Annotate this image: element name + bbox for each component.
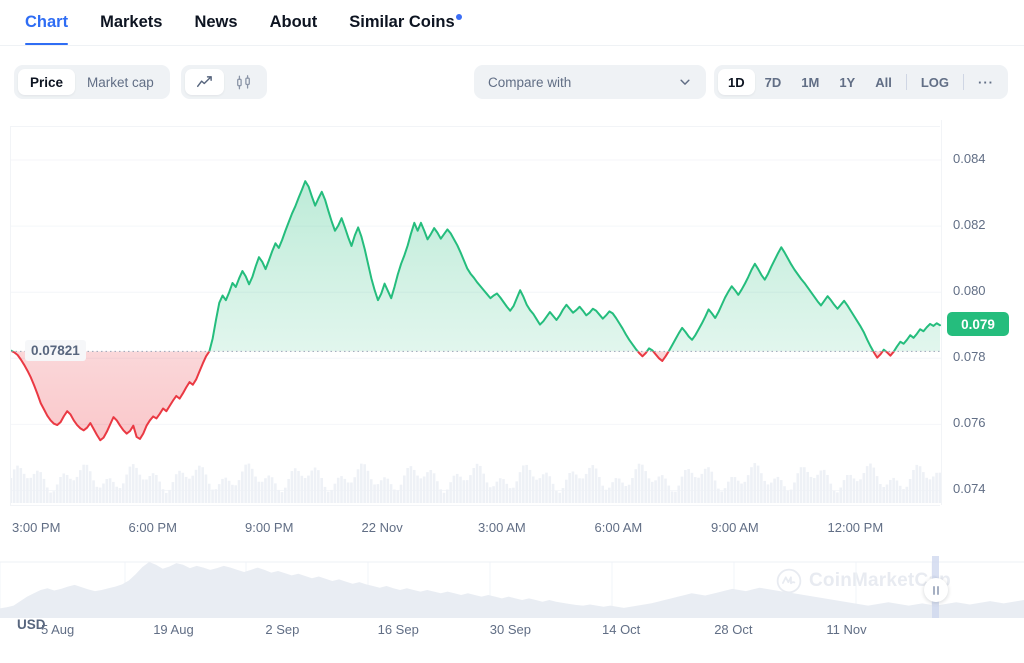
range-1m[interactable]: 1M xyxy=(791,69,829,95)
y-axis: 0.079 0.084 0.082 0.080 0.078 0.076 0.074 xyxy=(941,120,1024,505)
y-axis-tick-label: 0.080 xyxy=(953,283,986,298)
more-options-button[interactable]: ··· xyxy=(968,69,1004,95)
range-1m-label: 1M xyxy=(801,75,819,90)
reference-price-label: 0.07821 xyxy=(25,340,86,361)
x-axis-tick-label: 6:00 PM xyxy=(129,520,177,535)
tab-news-label: News xyxy=(194,13,237,32)
log-scale-toggle[interactable]: LOG xyxy=(911,69,959,95)
toggle-market-cap[interactable]: Market cap xyxy=(75,69,166,95)
chart-plot-area[interactable]: CoinMarketCap 0.07821 xyxy=(10,126,940,506)
chart-type-toggle xyxy=(181,65,267,99)
new-badge-dot-icon xyxy=(456,14,462,20)
cmc-chart-page: Chart Markets News About Similar Coins P… xyxy=(0,0,1024,663)
navigator-x-tick-label: 19 Aug xyxy=(153,622,194,637)
current-price-badge: 0.079 xyxy=(947,312,1009,336)
x-axis-tick-label: 3:00 AM xyxy=(478,520,526,535)
y-axis-tick-label: 0.084 xyxy=(953,151,986,166)
range-7d-label: 7D xyxy=(765,75,782,90)
compare-with-label: Compare with xyxy=(488,75,571,90)
y-axis-tick-label: 0.078 xyxy=(953,349,986,364)
x-axis: 3:00 PM 6:00 PM 9:00 PM 22 Nov 3:00 AM 6:00 A… xyxy=(0,505,1024,545)
tab-chart[interactable]: Chart xyxy=(13,0,84,45)
price-chart[interactable]: CoinMarketCap 0.07821 0.079 0.0840.0820.… xyxy=(0,120,1024,505)
navigator-x-tick-label: 16 Sep xyxy=(378,622,419,637)
chart-type-line[interactable] xyxy=(185,69,224,95)
range-all[interactable]: All xyxy=(865,69,902,95)
navigator-x-tick-label: 11 Nov xyxy=(826,622,866,637)
more-options-label: ··· xyxy=(978,75,994,90)
handle-grip-line xyxy=(933,586,935,595)
navigator-x-tick-label: 5 Aug xyxy=(41,622,74,637)
tab-chart-label: Chart xyxy=(25,13,68,32)
navigator-x-tick-label: 28 Oct xyxy=(714,622,752,637)
y-axis-tick-label: 0.082 xyxy=(953,217,986,232)
x-axis-tick-label: 3:00 PM xyxy=(12,520,60,535)
navigator-area-series xyxy=(0,556,1024,618)
tab-news[interactable]: News xyxy=(178,0,253,45)
range-1y-label: 1Y xyxy=(839,75,855,90)
navigator-x-tick-label: 30 Sep xyxy=(490,622,531,637)
reference-price-value: 0.07821 xyxy=(31,343,80,358)
navigator-x-tick-label: 14 Oct xyxy=(602,622,640,637)
toggle-market-cap-label: Market cap xyxy=(87,75,154,90)
log-scale-label: LOG xyxy=(921,75,949,90)
x-axis-tick-label: 22 Nov xyxy=(362,520,403,535)
x-axis-tick-label: 9:00 PM xyxy=(245,520,293,535)
time-range-selector: 1D 7D 1M 1Y All LOG ··· xyxy=(714,65,1008,99)
range-all-label: All xyxy=(875,75,892,90)
toolbar-divider-2 xyxy=(963,74,964,90)
tab-about-label: About xyxy=(270,13,318,32)
compare-with-dropdown[interactable]: Compare with xyxy=(474,65,706,99)
chart-toolbar: Price Market cap xyxy=(0,46,1024,118)
line-chart-icon xyxy=(196,74,213,91)
range-1d[interactable]: 1D xyxy=(718,69,755,95)
current-price-value: 0.079 xyxy=(961,317,995,332)
tab-markets-label: Markets xyxy=(100,13,162,32)
x-axis-tick-label: 6:00 AM xyxy=(595,520,643,535)
y-axis-tick-label: 0.076 xyxy=(953,415,986,430)
tab-similar-coins-label: Similar Coins xyxy=(349,13,454,32)
toolbar-divider-1 xyxy=(906,74,907,90)
tab-similar-coins[interactable]: Similar Coins xyxy=(333,0,477,45)
chart-navigator[interactable]: 5 Aug 19 Aug 2 Sep 16 Sep 30 Sep 14 Oct 28 Oct… xyxy=(0,556,1024,663)
range-1y[interactable]: 1Y xyxy=(829,69,865,95)
range-7d[interactable]: 7D xyxy=(755,69,792,95)
navigator-right-handle[interactable] xyxy=(924,578,948,602)
chart-type-candlestick[interactable] xyxy=(224,69,263,95)
tab-about[interactable]: About xyxy=(254,0,334,45)
price-area-series xyxy=(11,127,941,507)
toggle-price-label: Price xyxy=(30,75,63,90)
navigator-x-tick-label: 2 Sep xyxy=(265,622,299,637)
price-marketcap-toggle: Price Market cap xyxy=(14,65,170,99)
handle-grip-line xyxy=(937,586,939,595)
x-axis-tick-label: 12:00 PM xyxy=(828,520,884,535)
y-axis-tick-label: 0.074 xyxy=(953,481,986,496)
main-tabs: Chart Markets News About Similar Coins xyxy=(0,0,1024,46)
range-1d-label: 1D xyxy=(728,75,745,90)
chevron-down-icon xyxy=(678,75,692,89)
x-axis-tick-label: 9:00 AM xyxy=(711,520,759,535)
candlestick-chart-icon xyxy=(235,74,252,91)
toggle-price[interactable]: Price xyxy=(18,69,75,95)
tab-markets[interactable]: Markets xyxy=(84,0,178,45)
